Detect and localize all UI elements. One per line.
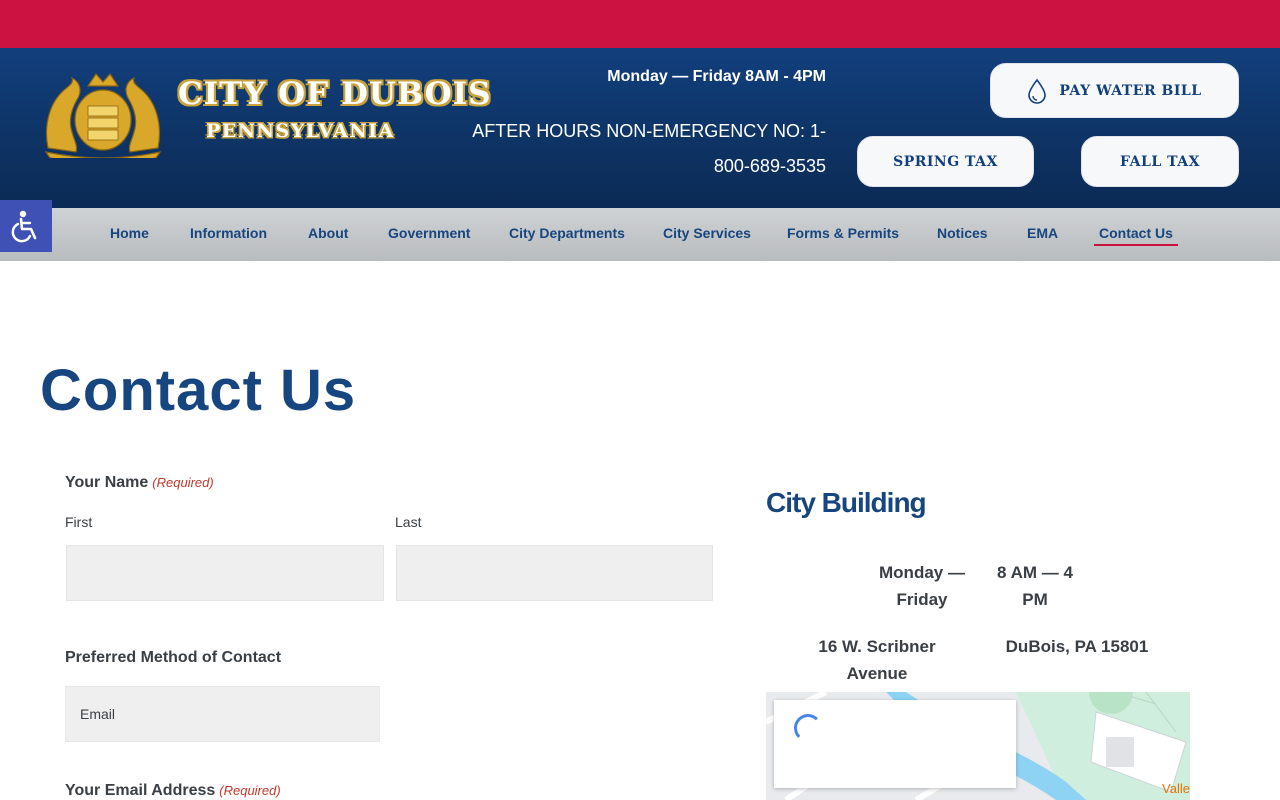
logo-subtitle: PENNSYLVANIA xyxy=(206,120,395,142)
pay-water-bill-label: PAY WATER BILL xyxy=(1059,82,1202,99)
spring-tax-label: SPRING TAX xyxy=(893,153,998,170)
nav-item-ema[interactable]: EMA xyxy=(1027,225,1058,241)
your-name-label-text: Your Name xyxy=(65,474,149,491)
nav-item-city-services[interactable]: City Services xyxy=(663,225,751,241)
nav-item-city-departments[interactable]: City Departments xyxy=(509,225,625,241)
main-navigation: Home Information About Government City D… xyxy=(0,208,1280,261)
site-logo[interactable]: CITY OF DUBOIS PENNSYLVANIA xyxy=(38,68,491,158)
required-tag: (Required) xyxy=(152,475,214,490)
last-name-input[interactable] xyxy=(396,545,713,601)
pennsylvania-seal-icon xyxy=(44,73,162,158)
page-title: Contact Us xyxy=(40,358,357,423)
nav-item-notices[interactable]: Notices xyxy=(937,225,988,241)
fall-tax-button[interactable]: FALL TAX xyxy=(1081,136,1239,187)
city-building-heading: City Building xyxy=(766,487,927,518)
after-hours-phone: AFTER HOURS NON-EMERGENCY NO: 1-800-689-… xyxy=(472,121,826,176)
email-required-tag: (Required) xyxy=(219,783,281,798)
office-hours: Monday — Friday 8AM - 4PM xyxy=(607,68,826,85)
logo-title: CITY OF DUBOIS xyxy=(178,76,492,112)
wheelchair-icon xyxy=(11,210,37,243)
preferred-contact-select[interactable]: Email xyxy=(65,686,380,742)
map-place-label: Valle xyxy=(1162,781,1190,796)
first-name-input[interactable] xyxy=(66,545,384,601)
city-address: DuBois, PA 15801 xyxy=(1005,637,1149,656)
nav-item-information[interactable]: Information xyxy=(190,225,267,241)
email-address-label: Your Email Address (Required) xyxy=(65,782,281,800)
nav-item-contact-us[interactable]: Contact Us xyxy=(1094,225,1178,246)
office-days: Monday — Friday xyxy=(879,563,965,609)
your-name-label: Your Name (Required) xyxy=(65,474,214,492)
top-accent-bar xyxy=(0,0,1280,48)
loading-spinner-icon xyxy=(794,714,822,742)
nav-item-about[interactable]: About xyxy=(308,225,348,241)
email-address-label-text: Your Email Address xyxy=(65,782,216,799)
site-header: CITY OF DUBOIS PENNSYLVANIA Monday — Fri… xyxy=(0,48,1280,208)
preferred-contact-selected: Email xyxy=(80,706,116,722)
nav-item-home[interactable]: Home xyxy=(110,225,149,241)
preferred-contact-label: Preferred Method of Contact xyxy=(65,649,282,666)
office-time: 8 AM — 4 PM xyxy=(997,563,1073,609)
last-name-sublabel: Last xyxy=(395,514,422,530)
street-address: 16 W. Scribner Avenue xyxy=(818,637,936,683)
location-map[interactable]: Valle xyxy=(766,692,1190,800)
first-name-sublabel: First xyxy=(65,514,93,530)
water-drop-icon xyxy=(1028,78,1047,104)
spring-tax-button[interactable]: SPRING TAX xyxy=(857,136,1034,187)
nav-item-forms-permits[interactable]: Forms & Permits xyxy=(787,225,899,241)
fall-tax-label: FALL TAX xyxy=(1120,153,1200,170)
nav-item-government[interactable]: Government xyxy=(388,225,470,241)
accessibility-toggle-button[interactable] xyxy=(0,200,52,252)
pay-water-bill-button[interactable]: PAY WATER BILL xyxy=(990,63,1239,118)
map-loading-card xyxy=(774,700,1016,788)
